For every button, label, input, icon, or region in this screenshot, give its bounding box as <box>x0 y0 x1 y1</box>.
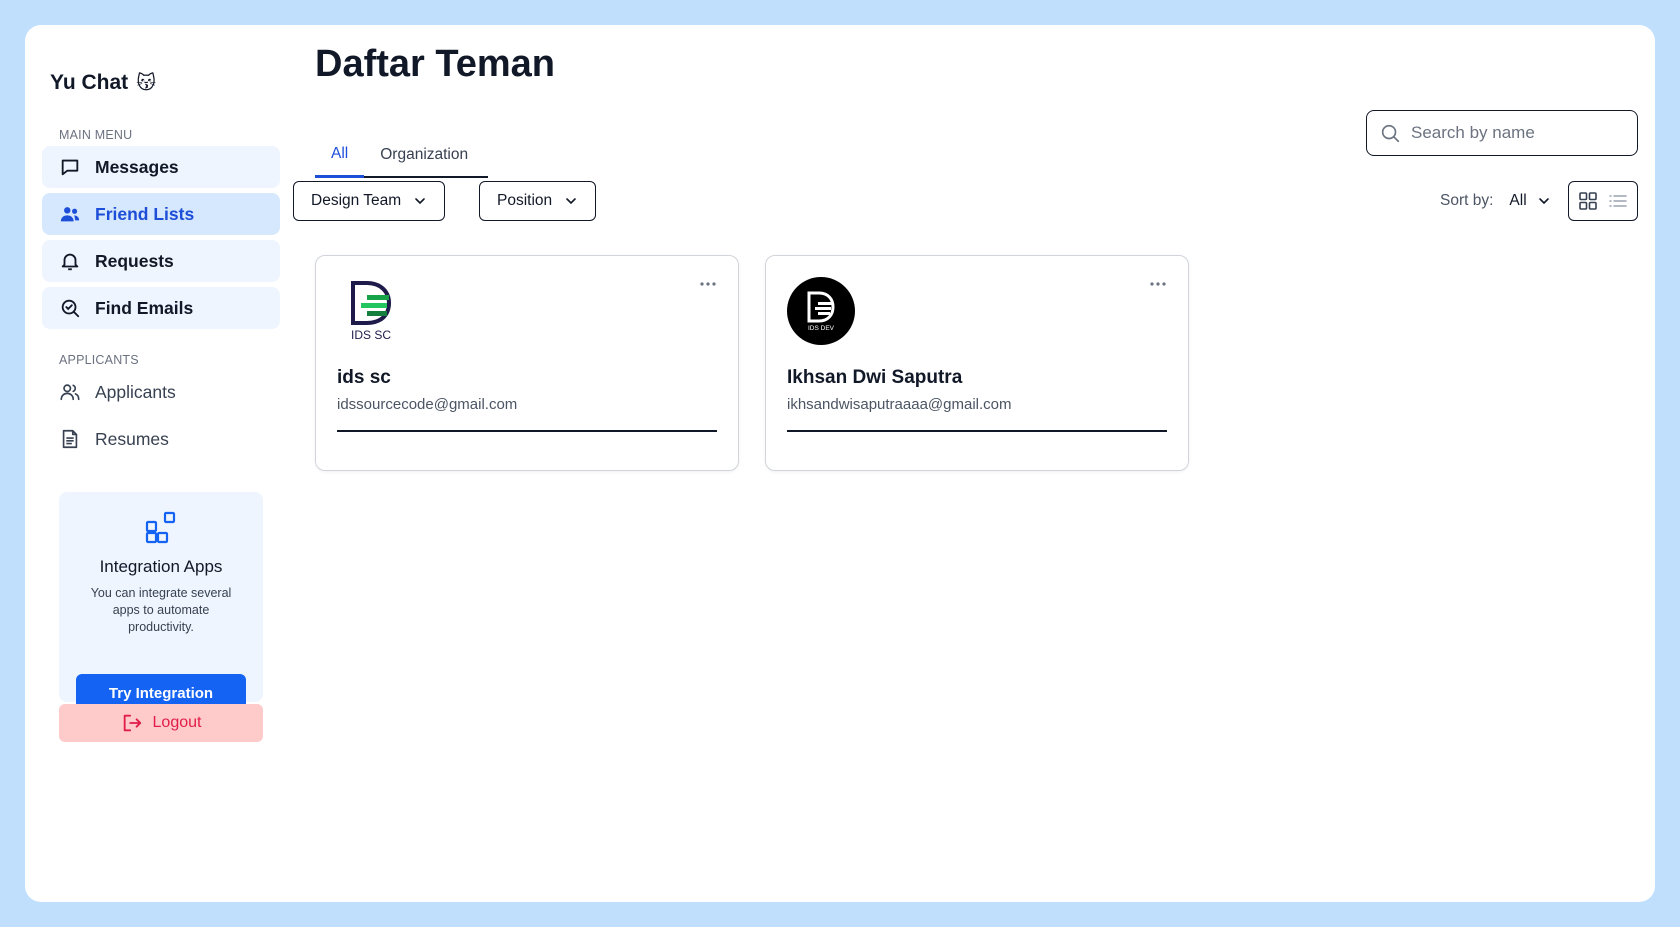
card-divider <box>787 430 1167 432</box>
sidebar-item-label: Resumes <box>95 428 169 449</box>
logout-label: Logout <box>152 714 202 731</box>
logo-text: IDS DEV <box>808 325 835 332</box>
sidebar-item-label: Messages <box>95 156 179 177</box>
brand: Yu Chat 😽 <box>50 71 156 95</box>
promo-description: You can integrate several apps to automa… <box>90 586 232 634</box>
tab-all[interactable]: All <box>315 133 365 178</box>
message-icon <box>61 159 79 176</box>
ids-sc-logo: IDS SC <box>351 281 391 342</box>
users-icon <box>60 207 80 222</box>
dropdown-label: Design Team <box>311 192 402 209</box>
cat-emoji-icon: 😽 <box>136 72 156 94</box>
search-input[interactable] <box>1411 123 1631 143</box>
main-menu-label: MAIN MENU <box>59 128 133 142</box>
promo-title: Integration Apps <box>99 557 223 576</box>
search-check-icon <box>61 299 80 318</box>
more-options-button[interactable] <box>1148 274 1168 294</box>
card-divider <box>337 430 717 432</box>
sidebar-item-label: Friend Lists <box>95 203 195 224</box>
design-team-dropdown[interactable]: Design Team <box>293 181 446 221</box>
sort-label: Sort by: <box>1440 192 1494 209</box>
friend-email: ikhsandwisaputraaaa@gmail.com <box>787 396 1012 413</box>
sort-control: Sort by: All <box>1440 192 1551 210</box>
document-icon <box>62 429 78 449</box>
friend-name: Ikhsan Dwi Saputra <box>787 367 963 388</box>
users-outline-icon <box>60 384 80 401</box>
chevron-down-icon <box>1538 198 1549 205</box>
friend-card[interactable]: IDS DEV Ikhsan Dwi Saputra ikhsandwisapu… <box>765 255 1189 471</box>
sidebar-item-find-emails[interactable]: Find Emails <box>42 287 280 329</box>
search-icon <box>1381 124 1400 143</box>
grid-icon <box>1579 192 1597 210</box>
brand-name: Yu Chat <box>50 71 129 94</box>
friend-email: idssourcecode@gmail.com <box>337 396 518 413</box>
more-horizontal-icon <box>700 282 716 286</box>
sidebar-item-label: Applicants <box>95 381 176 402</box>
apps-grid-icon <box>145 511 176 544</box>
position-dropdown[interactable]: Position <box>479 181 597 221</box>
tabs: All Organization <box>315 133 488 178</box>
bell-icon <box>61 253 79 271</box>
sidebar-item-messages[interactable]: Messages <box>42 146 280 188</box>
sort-value: All <box>1509 192 1527 209</box>
app-window: Yu Chat 😽 MAIN MENU Messages Friend List… <box>25 25 1655 902</box>
search-box <box>1366 110 1638 156</box>
more-horizontal-icon <box>1150 282 1166 286</box>
more-options-button[interactable] <box>698 274 718 294</box>
list-view-button[interactable] <box>1608 191 1628 211</box>
sidebar-item-label: Requests <box>95 250 174 271</box>
logout-icon <box>123 714 141 732</box>
sidebar-item-requests[interactable]: Requests <box>42 240 280 282</box>
friend-name: ids sc <box>337 367 391 388</box>
page-title: Daftar Teman <box>315 43 556 85</box>
sidebar-item-applicants[interactable]: Applicants <box>42 371 280 413</box>
tab-organization[interactable]: Organization <box>364 133 484 176</box>
applicants-label: APPLICANTS <box>59 353 139 367</box>
grid-view-button[interactable] <box>1578 191 1598 211</box>
list-icon <box>1609 195 1627 207</box>
sidebar-item-resumes[interactable]: Resumes <box>42 418 280 460</box>
sidebar-item-label: Find Emails <box>95 297 194 318</box>
dropdown-label: Position <box>497 192 553 209</box>
integration-promo: Integration Apps You can integrate sever… <box>59 492 263 712</box>
friend-card[interactable]: IDS SC ids sc idssourcecode@gmail.com <box>315 255 739 471</box>
chevron-down-icon <box>566 198 576 205</box>
sort-select[interactable]: All <box>1509 192 1550 210</box>
view-toggle <box>1568 181 1638 221</box>
sidebar-item-friend-lists[interactable]: Friend Lists <box>42 193 280 235</box>
chevron-down-icon <box>415 198 425 205</box>
ids-dev-logo: IDS DEV <box>787 277 855 345</box>
logout-button[interactable]: Logout <box>59 704 263 742</box>
logo-text: IDS SC <box>351 328 391 342</box>
